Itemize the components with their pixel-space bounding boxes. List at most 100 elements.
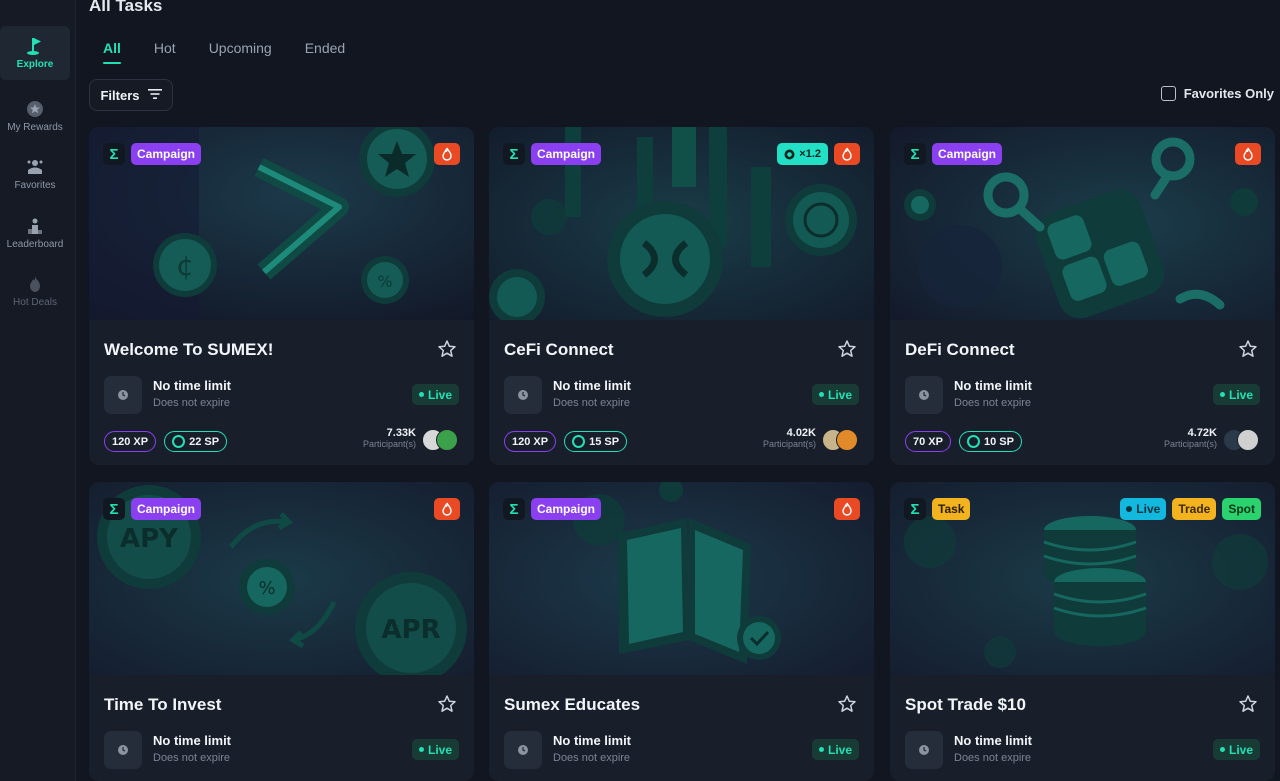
time-limit-title: No time limit [553, 733, 632, 748]
time-limit-subtitle: Does not expire [553, 752, 631, 764]
participant-avatars [422, 429, 460, 453]
clock-icon [905, 731, 943, 769]
favorite-star-icon[interactable] [437, 339, 457, 359]
time-limit-subtitle: Does not expire [553, 397, 631, 409]
clock-icon [104, 731, 142, 769]
sumex-logo-icon: Σ [503, 143, 525, 165]
tab-all[interactable]: All [103, 40, 121, 64]
participants-count: 7.33K Participant(s) [362, 427, 416, 449]
task-badge: Task [932, 498, 971, 520]
task-card-spot-trade[interactable]: Σ Task Live Trade Spot Spot Trade $10 No… [890, 482, 1275, 781]
status-badge: Live [411, 739, 459, 760]
avatar [836, 429, 858, 451]
tab-ended[interactable]: Ended [305, 40, 345, 64]
campaign-badge: Campaign [531, 143, 602, 165]
participants-count: 4.72K Participant(s) [1163, 427, 1217, 449]
flame-icon [25, 274, 45, 294]
favorite-star-icon[interactable] [837, 339, 857, 359]
sidebar-item-my-rewards[interactable]: My Rewards [0, 89, 70, 143]
svg-text:¢: ¢ [176, 249, 194, 282]
sidebar-item-hot-deals[interactable]: Hot Deals [0, 264, 70, 318]
sumex-logo-icon: Σ [103, 498, 125, 520]
campaign-badge: Campaign [131, 498, 202, 520]
favorite-star-icon[interactable] [837, 694, 857, 714]
time-limit-subtitle: Does not expire [954, 752, 1032, 764]
image-word-apr: APR [381, 615, 440, 645]
sidebar-item-label: Hot Deals [13, 297, 57, 308]
filter-lines-icon [147, 88, 162, 103]
live-dot-icon [1219, 747, 1225, 752]
task-card-time-to-invest[interactable]: APY APR % Σ Campaign Time To Invest No t… [89, 482, 474, 781]
live-dot-icon [418, 747, 424, 752]
boost-coin-icon [784, 149, 795, 159]
status-badge: Live [811, 384, 859, 405]
time-limit-subtitle: Does not expire [153, 397, 231, 409]
svg-text:%: % [258, 578, 275, 599]
favorites-only-toggle[interactable]: Favorites Only [1160, 86, 1274, 101]
time-limit-title: No time limit [954, 733, 1033, 748]
xp-reward: 70 XP [905, 431, 951, 452]
sidebar-item-leaderboard[interactable]: Leaderboard [0, 206, 70, 260]
clock-icon [504, 731, 542, 769]
sumex-logo-icon: Σ [103, 143, 125, 165]
favorites-only-label: Favorites Only [1183, 86, 1274, 101]
campaign-badge: Campaign [531, 498, 602, 520]
page-title: All Tasks [89, 0, 163, 15]
sp-reward: 10 SP [958, 431, 1022, 452]
favorites-only-checkbox[interactable] [1160, 86, 1176, 101]
tab-upcoming[interactable]: Upcoming [209, 40, 272, 64]
status-badge: Live [1212, 739, 1260, 760]
live-dot-icon [818, 392, 824, 397]
filters-label: Filters [100, 87, 140, 103]
card-title[interactable]: Time To Invest [104, 695, 221, 715]
clock-icon [504, 376, 542, 414]
tab-hot[interactable]: Hot [154, 40, 176, 64]
xp-reward: 120 XP [104, 431, 157, 452]
card-title[interactable]: Sumex Educates [504, 695, 640, 715]
avatar [1237, 429, 1259, 451]
hot-flame-icon [834, 498, 860, 520]
sp-coin-icon [966, 435, 980, 448]
live-dot-icon [1219, 392, 1225, 397]
status-badge: Live [411, 384, 459, 405]
podium-icon [25, 216, 45, 236]
card-title[interactable]: CeFi Connect [504, 340, 614, 360]
task-card-welcome[interactable]: ¢ % Σ Campaign Welcome To SUMEX! No time… [89, 127, 474, 465]
card-title[interactable]: Spot Trade $10 [905, 695, 1026, 715]
sumex-logo-icon: Σ [904, 143, 926, 165]
live-dot-icon [418, 392, 424, 397]
xp-reward: 120 XP [504, 431, 557, 452]
sidebar-item-label: Explore [16, 59, 54, 70]
time-limit-title: No time limit [553, 378, 632, 393]
task-card-sumex-educates[interactable]: Σ Campaign Sumex Educates No time limit … [489, 482, 874, 781]
sumex-logo-icon: Σ [503, 498, 525, 520]
sp-coin-icon [572, 435, 586, 448]
sumex-logo-icon: Σ [904, 498, 926, 520]
sidebar-item-favorites[interactable]: Favorites [0, 147, 70, 201]
card-title[interactable]: Welcome To SUMEX! [104, 340, 273, 360]
task-card-defi-connect[interactable]: Σ Campaign DeFi Connect No time limit Do… [890, 127, 1275, 465]
favorites-icon [25, 157, 45, 177]
favorite-star-icon[interactable] [437, 694, 457, 714]
hot-flame-icon [434, 498, 460, 520]
status-badge: Live [811, 739, 859, 760]
live-tag: Live [1120, 498, 1167, 520]
task-card-cefi-connect[interactable]: Σ Campaign ×1.2 CeFi Connect No time lim… [489, 127, 874, 465]
time-limit-title: No time limit [153, 733, 232, 748]
participant-avatars [1223, 429, 1261, 453]
card-title[interactable]: DeFi Connect [905, 340, 1015, 360]
star-coin-icon [25, 99, 45, 119]
filters-button[interactable]: Filters [89, 79, 173, 111]
favorite-star-icon[interactable] [1238, 339, 1258, 359]
time-limit-subtitle: Does not expire [954, 397, 1032, 409]
favorite-star-icon[interactable] [1238, 694, 1258, 714]
image-word-apy: APY [120, 524, 179, 554]
hot-flame-icon [1235, 143, 1261, 165]
time-limit-title: No time limit [153, 378, 232, 393]
participant-avatars [822, 429, 860, 453]
live-dot-icon [818, 747, 824, 752]
sidebar-item-explore[interactable]: Explore [0, 26, 70, 80]
spot-tag: Spot [1222, 498, 1261, 520]
tab-bar: All Hot Upcoming Ended [103, 40, 378, 64]
sp-reward: 22 SP [164, 431, 228, 452]
